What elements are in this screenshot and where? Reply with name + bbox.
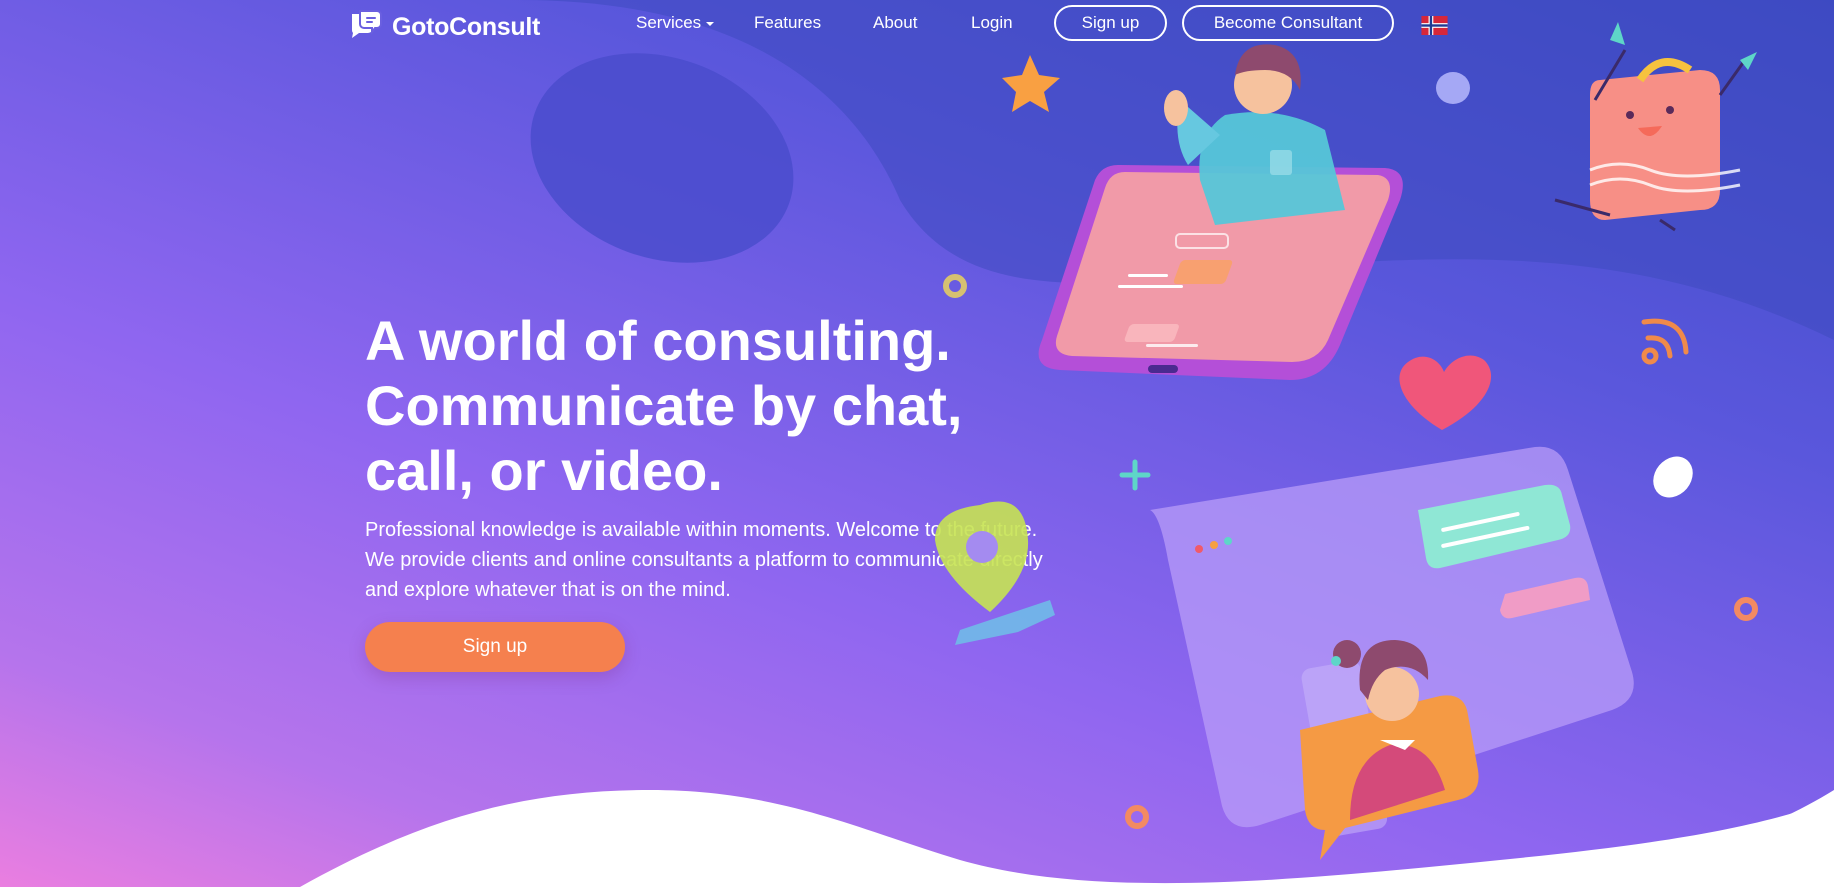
nav-features[interactable]: Features <box>754 13 821 33</box>
top-navbar: GotoConsult Services Features About Logi… <box>0 0 1834 50</box>
box-character-illustration <box>1554 22 1757 232</box>
norway-flag-icon[interactable] <box>1421 16 1448 35</box>
nav-about[interactable]: About <box>873 13 917 33</box>
man-waving-illustration <box>1164 44 1345 225</box>
woman-consultant-illustration <box>1300 640 1479 860</box>
hero-title-line: call, or video. <box>365 439 723 502</box>
hero-title-line: Communicate by chat, <box>365 374 963 437</box>
ring-shape <box>1734 597 1758 621</box>
heart-shape <box>1399 355 1492 430</box>
hero-title-line: A world of consulting. <box>365 309 951 372</box>
plus-shape <box>1119 459 1151 491</box>
nav-services-label: Services <box>636 13 702 32</box>
star-shape <box>1002 55 1060 112</box>
ring-shape <box>1125 805 1149 829</box>
chevron-down-icon <box>706 21 715 26</box>
nav-services[interactable]: Services <box>636 13 715 33</box>
chat-window-illustration <box>1150 446 1634 836</box>
white-leaf-shape <box>1653 456 1693 498</box>
hero-title: A world of consulting. Communicate by ch… <box>365 308 1085 503</box>
nav-login[interactable]: Login <box>971 13 1013 33</box>
nav-signup-button[interactable]: Sign up <box>1054 5 1167 41</box>
logo-chat-icon <box>348 10 382 45</box>
lavender-dot <box>1436 72 1470 104</box>
brand-name: GotoConsult <box>392 13 541 41</box>
become-consultant-button[interactable]: Become Consultant <box>1182 5 1394 41</box>
hero-signup-button[interactable]: Sign up <box>365 622 625 672</box>
hero-description: Professional knowledge is available with… <box>365 519 1043 601</box>
brand-logo[interactable]: GotoConsult <box>348 10 540 45</box>
ring-shape <box>943 274 967 298</box>
wifi-icon <box>1641 318 1689 365</box>
smartphone-illustration <box>1038 164 1403 380</box>
